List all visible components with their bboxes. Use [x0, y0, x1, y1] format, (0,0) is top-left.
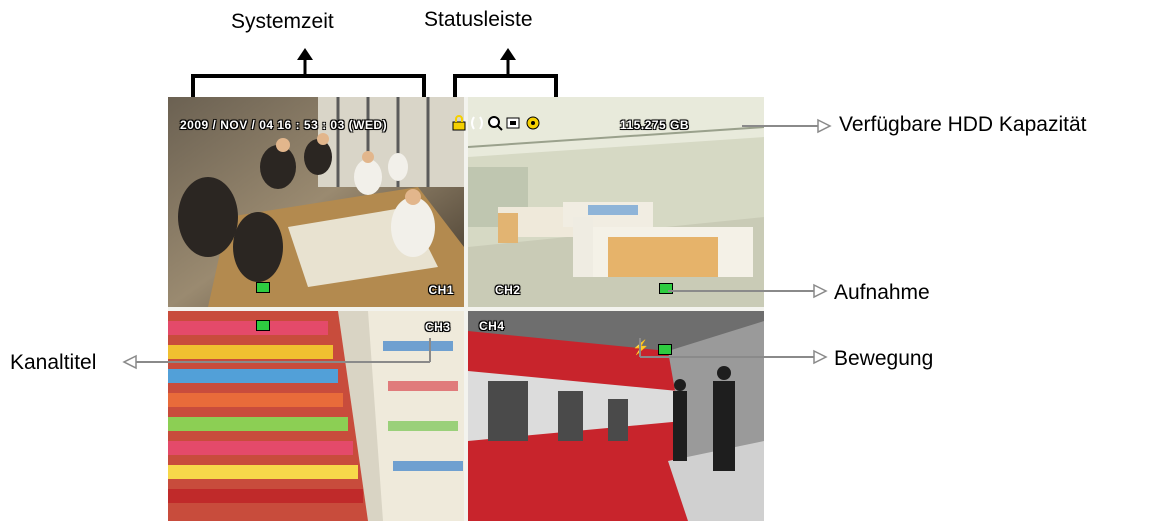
pointer-lines	[122, 118, 832, 370]
